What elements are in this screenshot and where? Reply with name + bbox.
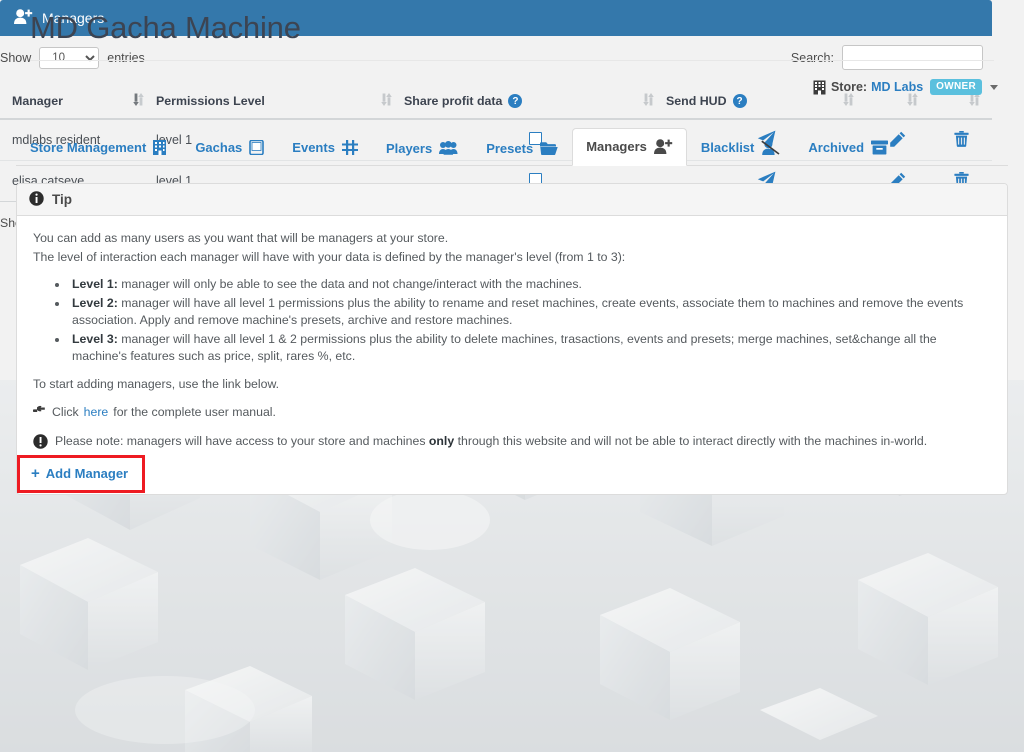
tip-line-2: The level of interaction each manager wi… [33, 249, 991, 266]
tip-panel-title: Tip [52, 192, 72, 207]
sort-desc-icon [133, 93, 144, 109]
user-slash-icon [761, 140, 780, 155]
tip-note-suffix: through this website and will not be abl… [454, 434, 927, 448]
tip-panel-body: You can add as many users as you want th… [17, 216, 1007, 462]
level-item: Level 1: manager will only be able to se… [69, 276, 991, 293]
sort-both-icon [843, 93, 854, 109]
tip-panel-header: Tip [17, 184, 1007, 216]
tip-click-suffix: for the complete user manual. [113, 405, 276, 419]
page-title: MD Gacha Machine [30, 10, 301, 46]
tip-click-prefix: Click [52, 405, 79, 419]
search-control: Search: [791, 45, 983, 70]
table-controls: Show 102550100 entries Search: [0, 45, 992, 81]
tab-label: Presets [486, 142, 533, 155]
sort-both-icon [969, 93, 980, 109]
tablet-icon [249, 140, 264, 155]
users-icon [439, 141, 458, 155]
entries-label: entries [107, 51, 145, 65]
sort-both-icon [381, 93, 392, 109]
level-text: manager will have all level 1 & 2 permis… [72, 332, 937, 363]
col-label: Share profit data [404, 94, 502, 108]
user-plus-icon [654, 139, 673, 154]
level-label: Level 3: [72, 332, 118, 346]
help-icon[interactable]: ? [508, 94, 522, 108]
search-label: Search: [791, 51, 834, 65]
tip-note-line: Please note: managers will have access t… [33, 434, 991, 452]
tab-archived[interactable]: Archived [794, 131, 902, 165]
tab-managers[interactable]: Managers [572, 128, 687, 166]
permission-levels-list: Level 1: manager will only be able to se… [33, 276, 991, 365]
tab-players[interactable]: Players [372, 132, 472, 165]
tip-start-line: To start adding managers, use the link b… [33, 377, 991, 391]
col-label: Permissions Level [156, 94, 265, 108]
col-header-permissions-level[interactable]: Permissions Level [156, 84, 404, 119]
title-divider [30, 60, 994, 61]
level-label: Level 1: [72, 277, 118, 291]
tab-label: Store Management [30, 141, 146, 154]
add-manager-label: Add Manager [46, 466, 128, 481]
level-label: Level 2: [72, 296, 118, 310]
archive-icon [871, 140, 888, 155]
tip-note-bold: only [429, 434, 454, 448]
exclamation-circle-icon [33, 434, 48, 452]
tip-panel: Tip You can add as many users as you wan… [16, 183, 1008, 495]
help-icon[interactable]: ? [733, 94, 747, 108]
search-input[interactable] [842, 45, 983, 70]
col-header-share-profit-data[interactable]: Share profit data ? [404, 84, 666, 119]
page-root: MD Gacha Machine Store: MD Labs OWNER St… [0, 0, 1024, 752]
tab-label: Managers [586, 140, 647, 153]
folder-open-icon [540, 141, 558, 155]
building-icon [153, 140, 167, 155]
show-entries-control: Show 102550100 entries [0, 47, 145, 69]
tip-note-prefix: Please note: managers will have access t… [55, 434, 429, 448]
tab-store-management[interactable]: Store Management [16, 131, 181, 165]
building-icon [813, 80, 826, 95]
info-circle-icon [29, 191, 44, 209]
owner-badge: OWNER [930, 79, 982, 95]
tab-presets[interactable]: Presets [472, 132, 572, 165]
tab-label: Gachas [195, 141, 242, 154]
level-text: manager will only be able to see the dat… [118, 277, 582, 291]
tab-label: Events [292, 141, 335, 154]
main-tab-bar: Store Management Gachas Events Players [16, 130, 1008, 166]
sort-both-icon [907, 93, 918, 109]
page-size-select[interactable]: 102550100 [39, 47, 99, 69]
level-item: Level 3: manager will have all level 1 &… [69, 331, 991, 365]
tab-label: Players [386, 142, 432, 155]
col-label: Send HUD [666, 94, 727, 108]
tab-gachas[interactable]: Gachas [181, 131, 278, 165]
store-name[interactable]: MD Labs [871, 80, 923, 94]
add-manager-highlight: + Add Manager [17, 455, 145, 493]
show-label: Show [0, 51, 31, 65]
add-manager-button[interactable]: + Add Manager [20, 458, 142, 490]
sliders-icon [342, 140, 358, 155]
store-selector[interactable]: Store: MD Labs OWNER [813, 79, 998, 95]
tab-events[interactable]: Events [278, 131, 372, 165]
tab-label: Blacklist [701, 141, 754, 154]
tip-line-1: You can add as many users as you want th… [33, 230, 991, 247]
level-item: Level 2: manager will have all level 1 p… [69, 295, 991, 329]
hand-point-right-icon [33, 404, 47, 420]
col-header-manager[interactable]: Manager [0, 84, 156, 119]
tab-label: Archived [808, 141, 864, 154]
level-text: manager will have all level 1 permission… [72, 296, 963, 327]
store-label: Store: [831, 80, 867, 94]
user-manual-link[interactable]: here [84, 405, 109, 419]
tip-manual-line: Click here for the complete user manual. [33, 404, 991, 420]
plus-icon: + [31, 466, 40, 481]
chevron-down-icon[interactable] [990, 85, 998, 90]
col-label: Manager [12, 94, 63, 108]
sort-both-icon [643, 93, 654, 109]
tab-blacklist[interactable]: Blacklist [687, 131, 794, 165]
